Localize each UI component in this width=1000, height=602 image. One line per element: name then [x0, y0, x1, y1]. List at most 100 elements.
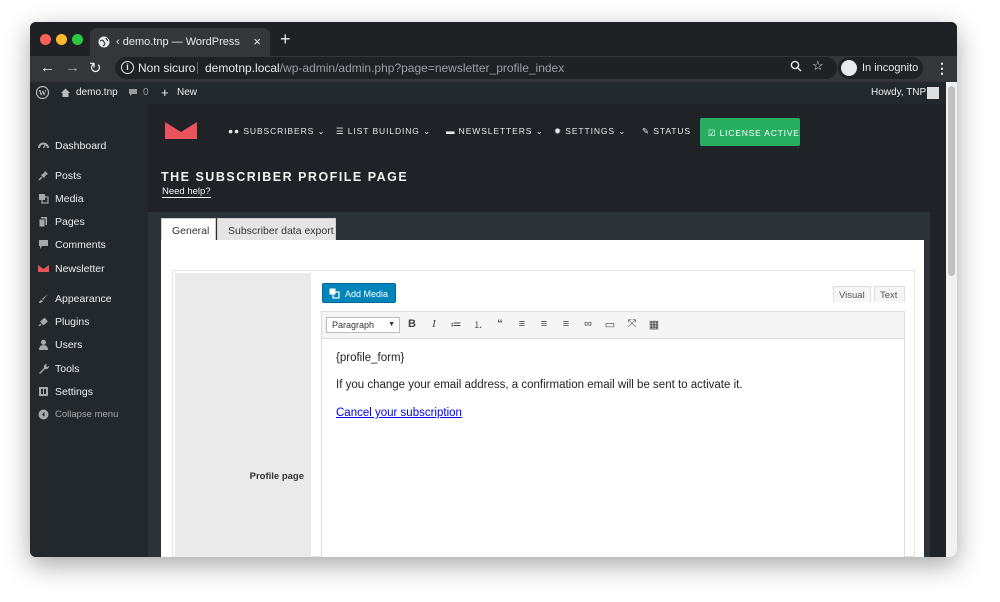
editor-line-profile-form: {profile_form} — [336, 352, 405, 364]
collapse-menu-button[interactable]: Collapse menu — [30, 406, 148, 426]
license-label: LICENSE ACTIVE — [719, 128, 800, 138]
comment-icon[interactable] — [128, 88, 138, 97]
license-active-button[interactable]: ☑ LICENSE ACTIVE — [700, 118, 800, 146]
newsletter-logo-icon[interactable] — [165, 122, 197, 139]
sidebar-item-tools[interactable]: Tools — [30, 360, 148, 380]
tab-strip: ‹ demo.tnp — WordPress × + — [30, 22, 957, 56]
tab-text[interactable]: Text — [874, 286, 905, 302]
add-media-button[interactable]: Add Media — [322, 283, 396, 303]
sidebar-item-label: Tools — [55, 363, 80, 375]
tab-visual[interactable]: Visual — [833, 286, 871, 302]
maximize-window-button[interactable] — [72, 34, 83, 45]
format-value: Paragraph — [332, 320, 375, 330]
sidebar-item-pages[interactable]: Pages — [30, 213, 148, 233]
zoom-icon[interactable] — [790, 60, 802, 72]
plugin-nav: ●● SUBSCRIBERS ⌄ ☰ LIST BUILDING ⌄ ▬ NEW… — [148, 104, 946, 152]
nav-settings[interactable]: ✹ SETTINGS ⌄ — [554, 126, 626, 137]
nav-newsletters[interactable]: ▬ NEWSLETTERS ⌄ — [446, 126, 544, 137]
sidebar-item-plugins[interactable]: Plugins — [30, 313, 148, 333]
bullet-list-icon[interactable]: ≔ — [449, 318, 463, 332]
nav-subscribers[interactable]: ●● SUBSCRIBERS ⌄ — [228, 126, 325, 137]
toolbar-toggle-icon[interactable]: ▦ — [647, 318, 661, 332]
sidebar-item-settings[interactable]: Settings — [30, 383, 148, 403]
sidebar-item-label: Dashboard — [55, 140, 107, 152]
nav-status[interactable]: ✎ STATUS — [642, 126, 691, 137]
need-help-link[interactable]: Need help? — [162, 186, 211, 198]
tab-general[interactable]: General — [161, 218, 216, 241]
newsletter-logo-icon — [38, 265, 49, 272]
pages-icon — [38, 217, 47, 227]
bold-icon[interactable]: B — [405, 318, 419, 332]
media-icon — [39, 194, 49, 204]
browser-tab[interactable]: ‹ demo.tnp — WordPress × — [90, 28, 270, 56]
align-right-icon[interactable]: ≡ — [559, 318, 573, 332]
scrollbar-thumb[interactable] — [948, 86, 955, 276]
sidebar-item-label: Appearance — [55, 293, 112, 305]
wordpress-logo-icon[interactable]: W — [36, 86, 49, 99]
new-content-link[interactable]: New — [177, 87, 197, 98]
nav-newsletters-label: NEWSLETTERS — [458, 126, 533, 136]
format-select[interactable]: Paragraph ▼ — [326, 317, 400, 333]
close-tab-icon[interactable]: × — [253, 34, 261, 49]
site-name-link[interactable]: demo.tnp — [76, 87, 118, 98]
avatar[interactable] — [927, 87, 939, 99]
bookmark-star-icon[interactable]: ☆ — [812, 58, 824, 74]
url-text[interactable]: demotnp.local/wp-admin/admin.php?page=ne… — [205, 61, 564, 75]
comment-icon — [39, 240, 48, 249]
comments-count: 0 — [143, 87, 149, 98]
incognito-label: In incognito — [862, 62, 919, 74]
security-label: Non sicuro — [138, 61, 196, 75]
new-tab-button[interactable]: + — [280, 29, 291, 50]
plugin-icon — [38, 317, 48, 327]
editor-line-confirmation: If you change your email address, a conf… — [336, 379, 743, 391]
fullscreen-icon[interactable]: ⤧ — [625, 318, 639, 332]
form-table: Profile page Add Media Visual Text Parag… — [172, 270, 915, 557]
editor-content[interactable]: {profile_form} If you change your email … — [321, 339, 905, 557]
reload-icon[interactable]: ↻ — [89, 59, 102, 77]
pin-icon — [38, 171, 48, 181]
nav-list-building[interactable]: ☰ LIST BUILDING ⌄ — [336, 126, 431, 137]
forward-icon[interactable]: → — [65, 59, 80, 76]
nav-status-label: STATUS — [653, 126, 691, 136]
sidebar-item-dashboard[interactable]: Dashboard — [30, 137, 148, 157]
collapse-icon — [38, 409, 49, 420]
minimize-window-button[interactable] — [56, 34, 67, 45]
close-window-button[interactable] — [40, 34, 51, 45]
howdy-account[interactable]: Howdy, TNP — [871, 87, 926, 98]
chevron-down-icon: ⌄ — [618, 126, 627, 136]
cancel-subscription-link[interactable]: Cancel your subscription — [336, 407, 462, 419]
svg-text:W: W — [39, 89, 47, 98]
sidebar-item-label: Users — [55, 339, 83, 351]
page-scrollbar[interactable] — [946, 82, 957, 557]
sidebar-item-media[interactable]: Media — [30, 190, 148, 210]
dashboard-icon — [38, 142, 49, 149]
blockquote-icon[interactable]: “ — [493, 318, 507, 332]
incognito-badge[interactable]: In incognito — [838, 57, 923, 79]
info-icon[interactable]: i — [121, 61, 134, 74]
main-content: ●● SUBSCRIBERS ⌄ ☰ LIST BUILDING ⌄ ▬ NEW… — [148, 104, 946, 557]
italic-icon[interactable]: I — [427, 318, 441, 332]
sidebar-item-appearance[interactable]: Appearance — [30, 290, 148, 310]
tab-subscriber-data-export[interactable]: Subscriber data export — [217, 218, 336, 241]
dropdown-arrow-icon: ▼ — [388, 321, 395, 328]
address-bar[interactable]: i Non sicuro demotnp.local/wp-admin/admi… — [115, 57, 837, 79]
sidebar-item-users[interactable]: Users — [30, 336, 148, 356]
list-icon: ☰ — [336, 126, 348, 136]
link-icon[interactable]: ∞ — [581, 318, 595, 332]
menu-icon[interactable]: ⋮ — [935, 60, 949, 77]
users-icon: ●● — [228, 126, 244, 136]
back-icon[interactable]: ← — [40, 59, 55, 76]
chevron-down-icon: ⌄ — [535, 126, 544, 136]
add-media-label: Add Media — [345, 289, 389, 299]
user-icon — [39, 339, 48, 350]
sidebar-item-comments[interactable]: Comments — [30, 236, 148, 256]
align-left-icon[interactable]: ≡ — [515, 318, 529, 332]
sidebar-item-posts[interactable]: Posts — [30, 167, 148, 187]
numbered-list-icon[interactable]: ⒈ — [471, 318, 485, 332]
plus-icon[interactable]: + — [161, 85, 169, 100]
text-label: Text — [880, 290, 898, 301]
globe-icon — [98, 36, 110, 48]
align-center-icon[interactable]: ≡ — [537, 318, 551, 332]
read-more-icon[interactable]: ▭ — [603, 318, 617, 332]
sidebar-item-newsletter[interactable]: Newsletter — [30, 260, 148, 280]
